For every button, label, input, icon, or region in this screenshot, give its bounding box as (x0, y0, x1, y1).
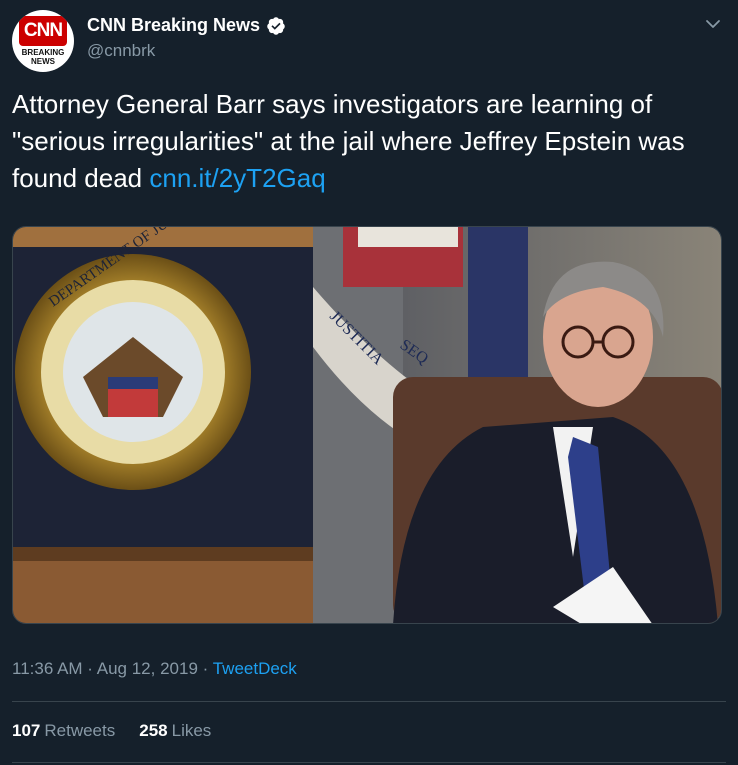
chevron-down-icon[interactable] (703, 14, 723, 34)
likes-count: 258 (139, 721, 168, 740)
handle[interactable]: @cnnbrk (87, 41, 155, 61)
display-name[interactable]: CNN Breaking News (87, 15, 286, 36)
likes-label: Likes (171, 721, 212, 740)
tweet-photo[interactable]: JUSTITIA SEQ DEPARTMENT OF JUSTICE (12, 226, 722, 624)
meta-separator: · (82, 659, 97, 678)
retweets-count: 107 (12, 721, 41, 740)
retweets-label: Retweets (44, 721, 116, 740)
tweet-date[interactable]: Aug 12, 2019 (97, 659, 198, 678)
tweet-stats: 107 Retweets 258 Likes (12, 721, 211, 741)
likes-stat[interactable]: 258 Likes (139, 721, 211, 741)
avatar-sub-line-2: NEWS (31, 57, 55, 66)
meta-separator: · (197, 659, 213, 678)
tweet-source-link[interactable]: TweetDeck (213, 659, 297, 678)
photo-illustration: JUSTITIA SEQ DEPARTMENT OF JUSTICE (13, 227, 721, 623)
retweets-stat[interactable]: 107 Retweets (12, 721, 115, 741)
divider (12, 701, 726, 702)
display-name-text[interactable]: CNN Breaking News (87, 15, 260, 36)
avatar-subtitle: BREAKING NEWS (16, 48, 70, 66)
avatar[interactable]: CNN BREAKING NEWS (12, 10, 74, 72)
avatar-sub-line-1: BREAKING (21, 48, 65, 57)
tweet-link[interactable]: cnn.it/2yT2Gaq (149, 163, 325, 193)
tweet-meta: 11:36 AM · Aug 12, 2019 · TweetDeck (12, 659, 297, 679)
cnn-logo: CNN (19, 16, 67, 46)
tweet-time[interactable]: 11:36 AM (12, 659, 83, 678)
tweet-body: Attorney General Barr says investigators… (12, 89, 685, 193)
divider (12, 762, 726, 763)
tweet-text: Attorney General Barr says investigators… (12, 86, 726, 197)
tweet-card: CNN BREAKING NEWS CNN Breaking News @cnn… (0, 0, 738, 765)
verified-badge-icon (267, 16, 285, 35)
